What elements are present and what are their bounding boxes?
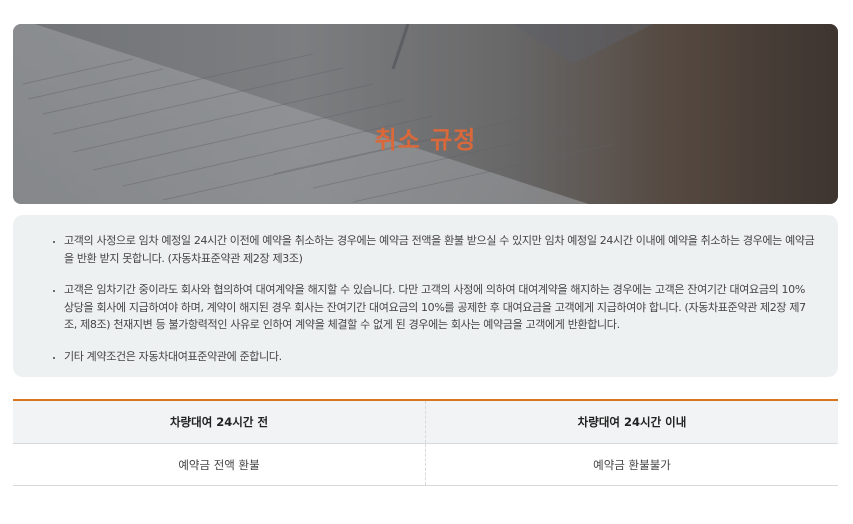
cell-before-24h: 예약금 전액 환불 [13, 443, 426, 486]
hero-overlay [13, 24, 838, 204]
list-item: 기타 계약조건은 자동차대여표준약관에 준합니다. [64, 348, 816, 366]
list-item: 고객은 임차기간 중이라도 회사와 협의하여 대여계약을 해지할 수 있습니다.… [64, 281, 816, 334]
notes-list: 고객의 사정으로 임차 예정일 24시간 이전에 예약을 취소하는 경우에는 예… [50, 232, 816, 365]
table-row: 예약금 전액 환불 예약금 환불불가 [13, 443, 838, 486]
refund-policy-table: 차량대여 24시간 전 차량대여 24시간 이내 예약금 전액 환불 예약금 환… [13, 399, 838, 486]
cancellation-notes-panel: 고객의 사정으로 임차 예정일 24시간 이전에 예약을 취소하는 경우에는 예… [13, 215, 838, 377]
hero-banner: 취소 규정 [13, 24, 838, 204]
header-before-24h: 차량대여 24시간 전 [13, 400, 426, 444]
page-title: 취소 규정 [374, 126, 477, 154]
cell-within-24h: 예약금 환불불가 [425, 443, 838, 486]
list-item: 고객의 사정으로 임차 예정일 24시간 이전에 예약을 취소하는 경우에는 예… [64, 232, 816, 267]
table-header-row: 차량대여 24시간 전 차량대여 24시간 이내 [13, 400, 838, 444]
header-within-24h: 차량대여 24시간 이내 [425, 400, 838, 444]
